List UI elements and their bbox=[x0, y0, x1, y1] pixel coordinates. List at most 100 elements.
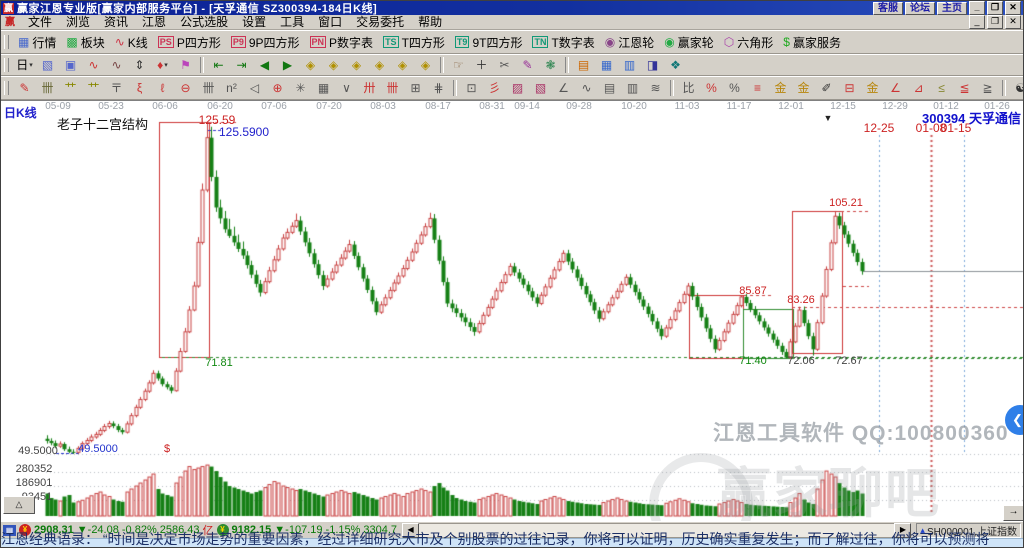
child-close-button[interactable]: ✕ bbox=[1005, 15, 1021, 29]
period-day-button[interactable]: 日 ▾ bbox=[13, 56, 36, 75]
grid-rows-button[interactable]: ▤ bbox=[598, 79, 621, 98]
gann-grid-1-button[interactable]: 艹 bbox=[59, 79, 82, 98]
go-next-button[interactable]: ▶ bbox=[276, 56, 299, 75]
kline-style-red-button[interactable]: ∿ bbox=[82, 56, 105, 75]
menu-item-4[interactable]: 公式选股 bbox=[173, 15, 235, 29]
calculator-button[interactable]: ▦ bbox=[595, 56, 618, 75]
menu-item-1[interactable]: 浏览 bbox=[59, 15, 97, 29]
candle-style-button[interactable]: ♦ ▾ bbox=[151, 56, 174, 75]
menu-item-7[interactable]: 窗口 bbox=[311, 15, 349, 29]
t9-square-button[interactable]: T9 9T四方形 bbox=[450, 32, 528, 53]
forum-link[interactable]: 论坛 bbox=[905, 1, 935, 15]
tri-left-button[interactable]: ◁ bbox=[243, 79, 266, 98]
flag-marker-button[interactable]: ⚑ bbox=[174, 56, 197, 75]
hand-tool-button[interactable]: ☞ bbox=[447, 56, 470, 75]
zoom-out-y-button[interactable]: ◈ bbox=[414, 56, 437, 75]
go-prev-button[interactable]: ◀ bbox=[253, 56, 276, 75]
hook-line-button[interactable]: ξ bbox=[128, 79, 151, 98]
scroll-right-button[interactable]: → bbox=[1003, 505, 1023, 521]
zoom-in-x-button[interactable]: ◈ bbox=[345, 56, 368, 75]
menu-item-8[interactable]: 交易委托 bbox=[349, 15, 411, 29]
t-square-button[interactable]: TS T四方形 bbox=[378, 32, 450, 53]
levels-button[interactable]: ≡ bbox=[746, 79, 769, 98]
gann-box-small-button[interactable]: ⊟ bbox=[838, 79, 861, 98]
wave-tool-button[interactable]: ∿ bbox=[575, 79, 598, 98]
kline-style-dark-button[interactable]: ∿ bbox=[105, 56, 128, 75]
go-first-button[interactable]: ⇤ bbox=[207, 56, 230, 75]
calendar-button[interactable]: ▤ bbox=[572, 56, 595, 75]
percent-red-button[interactable]: % bbox=[700, 79, 723, 98]
toolbar-grip[interactable] bbox=[4, 58, 9, 72]
stamp-tool-button[interactable]: ❃ bbox=[539, 56, 562, 75]
menu-item-2[interactable]: 资讯 bbox=[97, 15, 135, 29]
zoom-in-y-button[interactable]: ◈ bbox=[391, 56, 414, 75]
toolbar-grip[interactable] bbox=[4, 81, 9, 95]
compare-tool-button[interactable]: 比 bbox=[677, 79, 700, 98]
speed-line-1-button[interactable]: ⊿ bbox=[907, 79, 930, 98]
fence-lines-button[interactable]: ⋕ bbox=[427, 79, 450, 98]
volume-pane-toggle-button[interactable]: △ bbox=[3, 496, 35, 514]
go-last-button[interactable]: ⇥ bbox=[230, 56, 253, 75]
flag-t-button[interactable]: 〒 bbox=[105, 79, 128, 98]
minimize-button[interactable]: _ bbox=[969, 1, 985, 15]
pan-left-button[interactable]: ◈ bbox=[299, 56, 322, 75]
angle-tool-button[interactable]: ∠ bbox=[552, 79, 575, 98]
homepage-link[interactable]: 主页 bbox=[937, 1, 967, 15]
scissors-tool-button[interactable]: ✂ bbox=[493, 56, 516, 75]
gann-fan-button[interactable]: 彡 bbox=[483, 79, 506, 98]
bar-count-button[interactable]: 卌 bbox=[197, 79, 220, 98]
chart-region-button[interactable]: ▧ bbox=[36, 56, 59, 75]
close-button[interactable]: ✕ bbox=[1005, 1, 1021, 15]
yinyang-button[interactable]: ☯ bbox=[1009, 79, 1023, 98]
pencil-button[interactable]: ✎ bbox=[13, 79, 36, 98]
bars-red-2-button[interactable]: 卌 bbox=[381, 79, 404, 98]
gann-wheel-button[interactable]: ◉ 江恩轮 bbox=[600, 32, 660, 53]
customer-service-link[interactable]: 客服 bbox=[873, 1, 903, 15]
winner-service-button[interactable]: $ 赢家服务 bbox=[778, 32, 846, 53]
hatch-box-2-button[interactable]: ▧ bbox=[529, 79, 552, 98]
grid-box-button[interactable]: ⊞ bbox=[404, 79, 427, 98]
p-number-table-button[interactable]: PN P数字表 bbox=[305, 32, 379, 53]
menu-item-6[interactable]: 工具 bbox=[273, 15, 311, 29]
menu-item-3[interactable]: 江恩 bbox=[135, 15, 173, 29]
save-button[interactable]: ◨ bbox=[641, 56, 664, 75]
bars-red-1-button[interactable]: 卅 bbox=[358, 79, 381, 98]
t-number-table-button[interactable]: TN T数字表 bbox=[527, 32, 599, 53]
rect-select-button[interactable]: ⊡ bbox=[460, 79, 483, 98]
golden-square-button[interactable]: 金 bbox=[861, 79, 884, 98]
time-target-button[interactable]: ⊕ bbox=[266, 79, 289, 98]
percent-button[interactable]: % bbox=[723, 79, 746, 98]
retrace-up-button[interactable]: ≦ bbox=[953, 79, 976, 98]
circle-cycle-button[interactable]: ⊖ bbox=[174, 79, 197, 98]
child-minimize-button[interactable]: _ bbox=[969, 15, 985, 29]
hexagon-button[interactable]: ⬡ 六角形 bbox=[719, 32, 779, 53]
tally-grid-button[interactable]: 卌 bbox=[36, 79, 59, 98]
pan-right-button[interactable]: ◈ bbox=[322, 56, 345, 75]
toolbar-grip[interactable] bbox=[4, 35, 9, 49]
chart-doc-button[interactable]: ▣ bbox=[59, 56, 82, 75]
zoom-out-x-button[interactable]: ◈ bbox=[368, 56, 391, 75]
winner-wheel-button[interactable]: ◉ 赢家轮 bbox=[659, 32, 719, 53]
p9-square-button[interactable]: P9 9P四方形 bbox=[226, 32, 305, 53]
p-square-button[interactable]: PS P四方形 bbox=[153, 32, 226, 53]
grid-dark-button[interactable]: ▦ bbox=[312, 79, 335, 98]
grid-cols-button[interactable]: ▥ bbox=[621, 79, 644, 98]
menu-item-0[interactable]: 文件 bbox=[21, 15, 59, 29]
angle-red-button[interactable]: ∠ bbox=[884, 79, 907, 98]
star-rays-button[interactable]: ✳ bbox=[289, 79, 312, 98]
retrace-dn-button[interactable]: ≧ bbox=[976, 79, 999, 98]
n-square-button[interactable]: n² bbox=[220, 79, 243, 98]
restore-button[interactable]: ❐ bbox=[987, 1, 1003, 15]
crosshair-tool-button[interactable]: ＋ bbox=[470, 56, 493, 75]
notebook-button[interactable]: ▥ bbox=[618, 56, 641, 75]
sectors-button[interactable]: ▩ 板块 bbox=[61, 32, 109, 53]
vee-line-button[interactable]: ∨ bbox=[335, 79, 358, 98]
gann-grid-2-button[interactable]: 艹 bbox=[82, 79, 105, 98]
speed-line-2-button[interactable]: ≤ bbox=[930, 79, 953, 98]
multi-lines-button[interactable]: ≋ bbox=[644, 79, 667, 98]
updown-arrows-button[interactable]: ⇕ bbox=[128, 56, 151, 75]
marker-pen-button[interactable]: ✎ bbox=[516, 56, 539, 75]
golden-circle-1-button[interactable]: 金 bbox=[769, 79, 792, 98]
hatch-box-1-button[interactable]: ▨ bbox=[506, 79, 529, 98]
export-button[interactable]: ❖ bbox=[664, 56, 687, 75]
